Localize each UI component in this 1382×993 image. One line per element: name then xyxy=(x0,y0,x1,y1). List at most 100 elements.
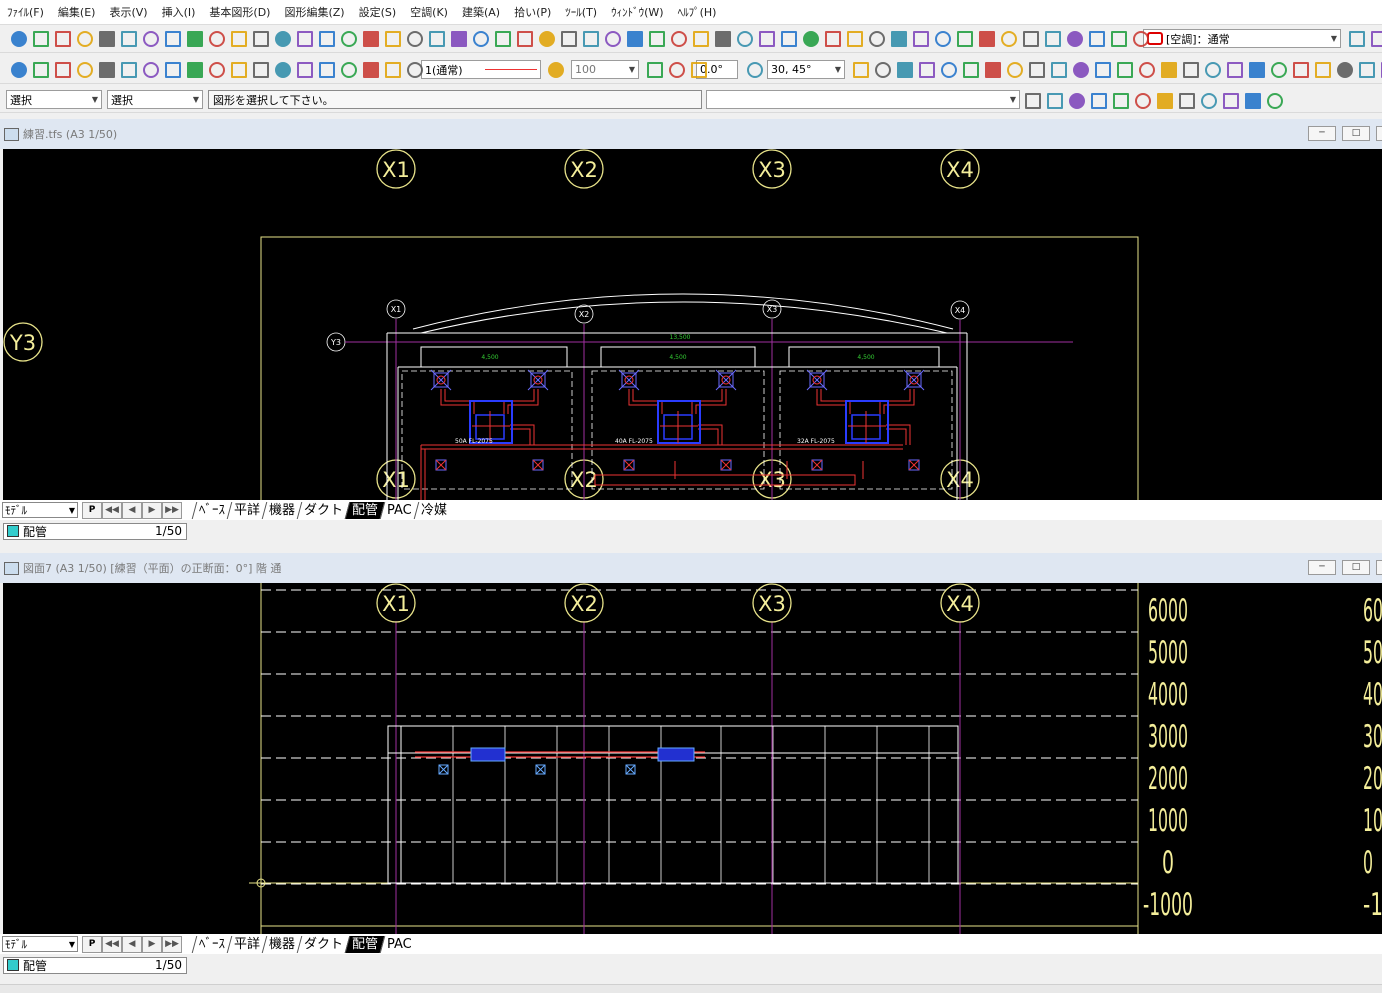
tb1-tool-icon[interactable] xyxy=(781,31,797,47)
tb2-tool-icon[interactable] xyxy=(1095,62,1111,78)
maximize-button[interactable]: □ xyxy=(1342,126,1370,141)
last-tab-button[interactable]: ▶▶ xyxy=(162,935,182,953)
tb1-tool-icon[interactable] xyxy=(825,31,841,47)
tb2-tool-icon[interactable] xyxy=(1249,62,1265,78)
paper-button[interactable]: P xyxy=(82,935,102,953)
tb2-tool-icon[interactable] xyxy=(1183,62,1199,78)
tb1-tool-icon[interactable] xyxy=(869,31,885,47)
paper-button[interactable]: P xyxy=(82,501,102,519)
tb2-tool-icon[interactable] xyxy=(669,62,685,78)
tb1-tool-icon[interactable] xyxy=(737,31,753,47)
tb2-tool-icon[interactable] xyxy=(1073,62,1089,78)
tb1-tool-icon[interactable] xyxy=(671,31,687,47)
first-tab-button[interactable]: ◀◀ xyxy=(102,935,122,953)
tb2-tool-icon[interactable] xyxy=(1271,62,1287,78)
tb2-tool-icon[interactable] xyxy=(231,62,247,78)
tb1-tool-icon[interactable] xyxy=(1067,31,1083,47)
close-button[interactable] xyxy=(1376,560,1382,575)
tb2-tool-icon[interactable] xyxy=(1139,62,1155,78)
tb2-tool-icon[interactable] xyxy=(385,62,401,78)
tb1-tool-icon[interactable] xyxy=(429,31,445,47)
tb1-tool-icon[interactable] xyxy=(627,31,643,47)
tb1-tool-icon[interactable] xyxy=(363,31,379,47)
menu-item-10[interactable]: ﾂｰﾙ(T) xyxy=(558,4,604,20)
tb2-tool-icon[interactable] xyxy=(747,62,763,78)
tb1-tool-icon[interactable] xyxy=(1133,31,1149,47)
tb2-tool-icon[interactable] xyxy=(548,62,564,78)
menu-item-11[interactable]: ｳｨﾝﾄﾞｳ(W) xyxy=(604,4,670,20)
tb2-tool-icon[interactable] xyxy=(1227,62,1243,78)
tb2-tool-icon[interactable] xyxy=(341,62,357,78)
tb1-tool-icon[interactable] xyxy=(143,31,159,47)
plan-view-canvas[interactable]: X1 X2 X3 X4 Y3 X1 X2 X3 X4 X1 X2 X3 X4 Y… xyxy=(3,149,1382,500)
window2-titlebar[interactable]: 図面7 (A3 1/50) [練習（平面）の正断面：0°] 階 通 ─ □ xyxy=(0,553,1382,583)
tb1-tool-icon[interactable] xyxy=(407,31,423,47)
current-layer-box[interactable]: 配管 1/50 xyxy=(3,522,187,540)
next-tab-button[interactable]: ▶ xyxy=(142,501,162,519)
tb1-tool-icon[interactable] xyxy=(473,31,489,47)
tb1-tool-icon[interactable] xyxy=(649,31,665,47)
tb1-tool-icon[interactable] xyxy=(583,31,599,47)
minimize-button[interactable]: ─ xyxy=(1308,126,1336,141)
prev-tab-button[interactable]: ◀ xyxy=(122,501,142,519)
tb1-tool-icon[interactable] xyxy=(979,31,995,47)
tb2-tool-icon[interactable] xyxy=(55,62,71,78)
tb1-tool-icon[interactable] xyxy=(253,31,269,47)
tb1-tool-icon[interactable] xyxy=(539,31,555,47)
tb1-tool-icon[interactable] xyxy=(957,31,973,47)
tb2-tool-icon[interactable] xyxy=(1337,62,1353,78)
tb3-tool-icon[interactable] xyxy=(1135,93,1151,109)
tb1-tool-icon[interactable] xyxy=(341,31,357,47)
tb1-tool-icon[interactable] xyxy=(1111,31,1127,47)
prev-tab-button[interactable]: ◀ xyxy=(122,935,142,953)
tb2-tool-icon[interactable] xyxy=(1051,62,1067,78)
menu-item-4[interactable]: 基本図形(D) xyxy=(202,4,277,20)
tb1-tool-icon[interactable] xyxy=(847,31,863,47)
tb2-tool-icon[interactable] xyxy=(165,62,181,78)
tb2-tool-icon[interactable] xyxy=(1117,62,1133,78)
tb1-tool-icon[interactable] xyxy=(165,31,181,47)
first-tab-button[interactable]: ◀◀ xyxy=(102,501,122,519)
layer-tab[interactable]: 冷媒 xyxy=(413,501,456,519)
tb2-tool-icon[interactable] xyxy=(253,62,269,78)
tb1-tool-icon[interactable] xyxy=(891,31,907,47)
tb2-tool-icon[interactable] xyxy=(121,62,137,78)
tb3-tool-icon[interactable] xyxy=(1245,93,1261,109)
tb1-tool-icon[interactable] xyxy=(121,31,137,47)
menu-item-0[interactable]: ﾌｧｲﾙ(F) xyxy=(0,4,51,20)
tb3-tool-icon[interactable] xyxy=(1157,93,1173,109)
tb3-tool-icon[interactable] xyxy=(1091,93,1107,109)
window1-titlebar[interactable]: 練習.tfs (A3 1/50) ─ □ xyxy=(0,119,1382,149)
tb2-tool-icon[interactable] xyxy=(297,62,313,78)
menu-item-3[interactable]: 挿入(I) xyxy=(155,4,203,20)
tb3-tool-icon[interactable] xyxy=(1223,93,1239,109)
layer-tab[interactable]: PAC xyxy=(379,935,421,953)
tb1-tool-icon[interactable] xyxy=(11,31,27,47)
tb1-tool-icon[interactable] xyxy=(77,31,93,47)
tb1-tool-icon[interactable] xyxy=(209,31,225,47)
tb1-tool-icon[interactable] xyxy=(99,31,115,47)
tb1-tool-icon[interactable] xyxy=(759,31,775,47)
tb2-tool-icon[interactable] xyxy=(1315,62,1331,78)
minimize-button[interactable]: ─ xyxy=(1308,560,1336,575)
tb1-tool-icon[interactable] xyxy=(935,31,951,47)
menu-item-9[interactable]: 拾い(P) xyxy=(507,4,558,20)
tb2-tool-icon[interactable] xyxy=(853,62,869,78)
tb1-tool-icon[interactable] xyxy=(1001,31,1017,47)
tb2-tool-icon[interactable] xyxy=(33,62,49,78)
tb3-tool-icon[interactable] xyxy=(1179,93,1195,109)
tb2-tool-icon[interactable] xyxy=(1293,62,1309,78)
tb1-tool-icon[interactable] xyxy=(231,31,247,47)
layer-tab[interactable]: ダクト xyxy=(296,501,352,519)
layer-tab[interactable]: ダクト xyxy=(296,935,352,953)
tb2-tool-icon[interactable] xyxy=(143,62,159,78)
command-combo[interactable]: ▼ xyxy=(706,90,1020,109)
menu-item-6[interactable]: 設定(S) xyxy=(352,4,404,20)
tb2-tool-icon[interactable] xyxy=(1205,62,1221,78)
menu-item-1[interactable]: 編集(E) xyxy=(51,4,103,20)
tb1-tool-icon[interactable] xyxy=(913,31,929,47)
menu-item-8[interactable]: 建築(A) xyxy=(455,4,507,20)
linetype-combo[interactable]: 1(通常) xyxy=(421,60,541,79)
tb1-tool-icon[interactable] xyxy=(803,31,819,47)
tb1-tool-icon[interactable] xyxy=(451,31,467,47)
